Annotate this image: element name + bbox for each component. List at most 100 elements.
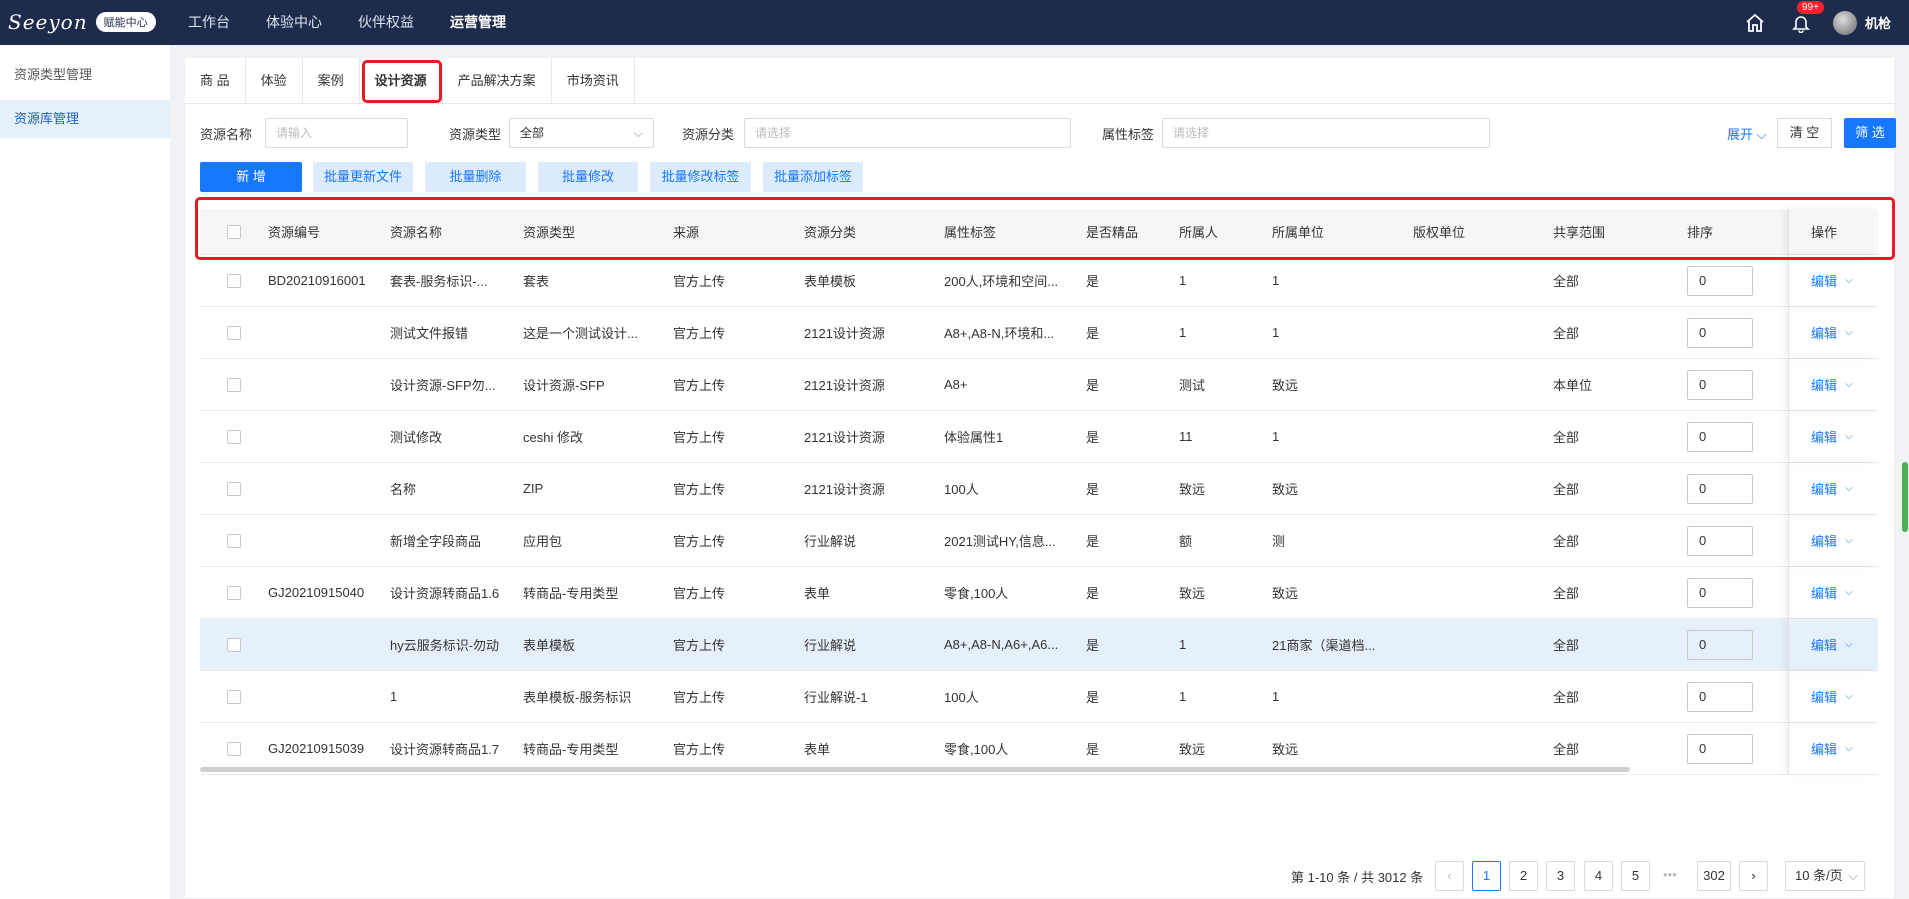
order-input[interactable]: 0	[1687, 265, 1753, 296]
table-row[interactable]: BD20210916001 套表-服务标识-... 套表 官方上传 表单模板 200人,环…	[200, 255, 1878, 307]
row-checkbox[interactable]	[227, 307, 241, 358]
page-1[interactable]: 1	[1472, 861, 1501, 891]
filter-button[interactable]: 筛 选	[1844, 118, 1896, 148]
edit-dropdown[interactable]: 编辑 ⌵	[1811, 255, 1853, 306]
sidebar-item-resource-types[interactable]: 资源类型管理	[0, 56, 170, 94]
nav-item-experience[interactable]: 体验中心	[266, 0, 322, 45]
edit-link[interactable]: 编辑	[1811, 427, 1837, 446]
table-row[interactable]: 新增全字段商品 应用包 官方上传 行业解说 2021测试HY,信息... 是 额 测 全部 0 编辑…	[200, 515, 1878, 567]
edit-dropdown[interactable]: 编辑 ⌵	[1811, 515, 1853, 566]
chevron-down-icon[interactable]: ⌵	[1845, 639, 1853, 650]
chevron-down-icon[interactable]: ⌵	[1845, 691, 1853, 702]
batch-update-files-button[interactable]: 批量更新文件	[313, 162, 413, 192]
notification[interactable]: 99+	[1791, 0, 1824, 33]
sidebar-item-resource-library[interactable]: 资源库管理	[0, 100, 170, 138]
row-checkbox[interactable]	[227, 567, 241, 618]
avatar[interactable]	[1832, 10, 1857, 35]
order-input[interactable]: 0	[1687, 681, 1753, 712]
edit-link[interactable]: 编辑	[1811, 739, 1837, 758]
row-checkbox[interactable]	[227, 255, 241, 306]
batch-edit-button[interactable]: 批量修改	[538, 162, 638, 192]
table-row[interactable]: 1 表单模板-服务标识 官方上传 行业解说-1 100人 是 1 1 全部 0 编辑 ⌵	[200, 671, 1878, 723]
tab-products[interactable]: 商 品	[185, 58, 246, 104]
page-5[interactable]: 5	[1621, 861, 1650, 891]
select-all-checkbox[interactable]	[227, 209, 241, 254]
edit-link[interactable]: 编辑	[1811, 583, 1837, 602]
horizontal-scrollbar[interactable]	[200, 767, 1630, 772]
chevron-down-icon[interactable]: ⌵	[1845, 379, 1853, 390]
batch-delete-button[interactable]: 批量删除	[425, 162, 526, 192]
edit-dropdown[interactable]: 编辑 ⌵	[1811, 567, 1853, 618]
table-row[interactable]: 测试文件报错 这是一个测试设计... 官方上传 2121设计资源 A8+,A8-N,环境…	[200, 307, 1878, 359]
nav-item-operations[interactable]: 运营管理	[450, 0, 506, 45]
edit-dropdown[interactable]: 编辑 ⌵	[1811, 671, 1853, 722]
edit-link[interactable]: 编辑	[1811, 687, 1837, 706]
table-row[interactable]: GJ20210915040 设计资源转商品1.6 转商品-专用类型 官方上传 表单 零食,…	[200, 567, 1878, 619]
nav-item-partner[interactable]: 伙伴权益	[358, 0, 414, 45]
edit-link[interactable]: 编辑	[1811, 271, 1837, 290]
page-ellipsis[interactable]: •••	[1663, 867, 1677, 882]
row-checkbox[interactable]	[227, 463, 241, 514]
tab-experience[interactable]: 体验	[246, 58, 303, 104]
order-input[interactable]: 0	[1687, 317, 1753, 348]
chevron-down-icon[interactable]: ⌵	[1845, 587, 1853, 598]
page-last[interactable]: 302	[1697, 861, 1731, 891]
edit-dropdown[interactable]: 编辑 ⌵	[1811, 463, 1853, 514]
chevron-down-icon[interactable]: ⌵	[1845, 743, 1853, 754]
prev-page-button[interactable]: ‹	[1435, 861, 1464, 891]
order-input[interactable]: 0	[1687, 421, 1753, 452]
row-checkbox[interactable]	[227, 515, 241, 566]
batch-edit-tags-button[interactable]: 批量修改标签	[650, 162, 751, 192]
edit-dropdown[interactable]: 编辑 ⌵	[1811, 359, 1853, 410]
vertical-scrollbar[interactable]	[1902, 462, 1908, 532]
tab-cases[interactable]: 案例	[303, 58, 360, 104]
chevron-down-icon[interactable]: ⌵	[1845, 483, 1853, 494]
logo[interactable]: Seeyon 赋能中心	[8, 10, 156, 34]
nav-item-workbench[interactable]: 工作台	[188, 0, 230, 45]
attribute-tag-select[interactable]: 请选择	[1162, 118, 1490, 148]
table-row[interactable]: 测试修改 ceshi 修改 官方上传 2121设计资源 体验属性1 是 11 1 全部 0 编辑 ⌵	[200, 411, 1878, 463]
page-4[interactable]: 4	[1584, 861, 1613, 891]
edit-link[interactable]: 编辑	[1811, 635, 1837, 654]
home-icon[interactable]	[1745, 13, 1765, 33]
order-input[interactable]: 0	[1687, 733, 1753, 764]
edit-link[interactable]: 编辑	[1811, 323, 1837, 342]
expand-link[interactable]: 展开 ⌵	[1727, 124, 1767, 143]
order-input[interactable]: 0	[1687, 525, 1753, 556]
chevron-down-icon[interactable]: ⌵	[1845, 535, 1853, 546]
table-row[interactable]: hy云服务标识-勿动 表单模板 官方上传 行业解说 A8+,A8-N,A6+,A6...…	[200, 619, 1878, 671]
tab-solutions[interactable]: 产品解决方案	[443, 58, 552, 104]
tab-market-news[interactable]: 市场资讯	[552, 58, 635, 104]
order-input[interactable]: 0	[1687, 629, 1753, 660]
page-3[interactable]: 3	[1546, 861, 1575, 891]
table-row[interactable]: 设计资源-SFP勿... 设计资源-SFP 官方上传 2121设计资源 A8+ 是 测试 致远…	[200, 359, 1878, 411]
chevron-down-icon[interactable]: ⌵	[1845, 327, 1853, 338]
row-checkbox[interactable]	[227, 359, 241, 410]
edit-link[interactable]: 编辑	[1811, 531, 1837, 550]
row-checkbox[interactable]	[227, 411, 241, 462]
table-row[interactable]: 名称 ZIP 官方上传 2121设计资源 100人 是 致远 致远 全部 0 编辑 ⌵	[200, 463, 1878, 515]
row-checkbox[interactable]	[227, 671, 241, 722]
edit-dropdown[interactable]: 编辑 ⌵	[1811, 307, 1853, 358]
clear-button[interactable]: 清 空	[1777, 118, 1832, 148]
row-checkbox[interactable]	[227, 619, 241, 670]
add-button[interactable]: 新 增	[200, 162, 302, 192]
chevron-down-icon[interactable]: ⌵	[1845, 431, 1853, 442]
chevron-down-icon[interactable]: ⌵	[1845, 275, 1853, 286]
resource-category-select[interactable]: 请选择	[744, 118, 1071, 148]
page-size-select[interactable]: 10 条/页 ⌵	[1785, 861, 1865, 891]
page-2[interactable]: 2	[1509, 861, 1538, 891]
next-page-button[interactable]: ›	[1739, 861, 1768, 891]
edit-link[interactable]: 编辑	[1811, 479, 1837, 498]
resource-name-input[interactable]: 请输入	[265, 118, 408, 148]
user-name[interactable]: 机枪	[1865, 13, 1891, 32]
edit-link[interactable]: 编辑	[1811, 375, 1837, 394]
edit-dropdown[interactable]: 编辑 ⌵	[1811, 619, 1853, 670]
edit-dropdown[interactable]: 编辑 ⌵	[1811, 723, 1853, 774]
tab-design-resources[interactable]: 设计资源	[360, 58, 443, 104]
order-input[interactable]: 0	[1687, 577, 1753, 608]
batch-add-tags-button[interactable]: 批量添加标签	[763, 162, 863, 192]
edit-dropdown[interactable]: 编辑 ⌵	[1811, 411, 1853, 462]
order-input[interactable]: 0	[1687, 473, 1753, 504]
order-input[interactable]: 0	[1687, 369, 1753, 400]
